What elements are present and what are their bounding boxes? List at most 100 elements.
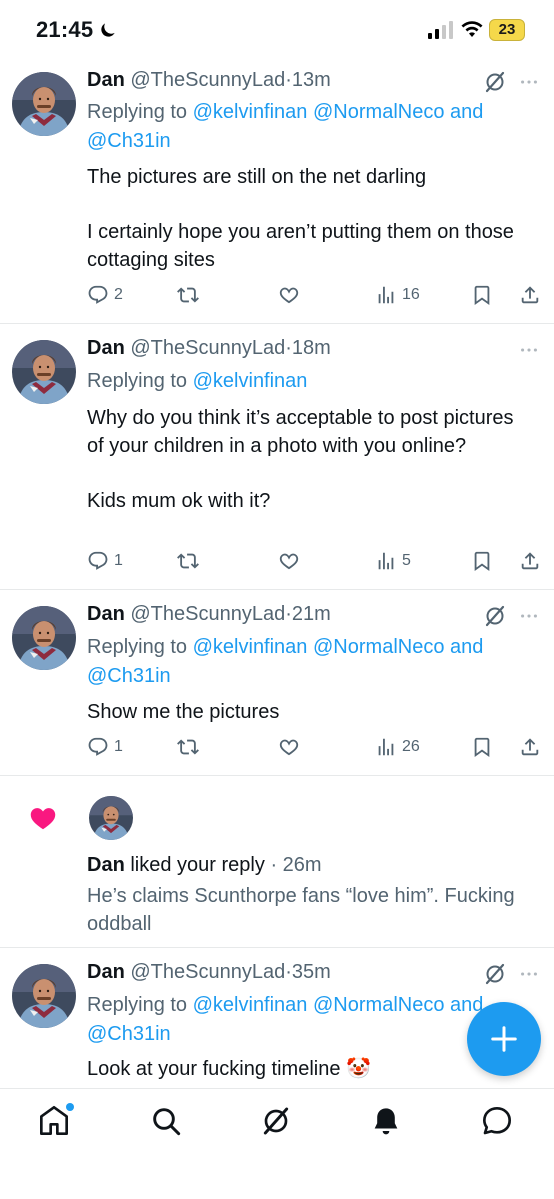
tweet-paragraph: Why do you think it’s acceptable to post…: [87, 407, 514, 457]
grok-icon[interactable]: [483, 962, 507, 986]
tweet-actions: 1 26: [87, 732, 547, 762]
views-icon: [375, 284, 397, 306]
more-icon[interactable]: [518, 71, 540, 93]
liked-reply-text: He’s claims Scunthorpe fans “love him”. …: [87, 885, 515, 935]
avatar[interactable]: [89, 796, 133, 840]
home-icon: [40, 1105, 68, 1135]
share-button[interactable]: [519, 546, 541, 576]
bookmark-icon: [471, 550, 493, 572]
avatar[interactable]: [12, 964, 76, 1028]
tweet-paragraph: The pictures are still on the net darlin…: [87, 166, 427, 188]
replying-to: Replying to @kelvinfinan: [87, 367, 527, 396]
views-icon: [375, 550, 397, 572]
replying-to-label: Replying to: [87, 636, 188, 658]
tweet-header: Dan @TheScunnyLad·13m: [87, 69, 331, 92]
like-button[interactable]: [278, 546, 300, 576]
author-handle[interactable]: @TheScunnyLad: [130, 337, 285, 359]
mention-link[interactable]: @kelvinfinan: [193, 636, 308, 658]
author-name[interactable]: Dan: [87, 69, 125, 91]
notification-text: Dan liked your reply · 26m: [87, 854, 322, 877]
retweet-button[interactable]: [177, 280, 199, 310]
mention-link[interactable]: @kelvinfinan: [193, 370, 308, 392]
author-name[interactable]: Dan: [87, 854, 125, 876]
battery-icon: 23: [489, 19, 525, 41]
mention-link[interactable]: @NormalNeco: [313, 994, 444, 1016]
more-icon[interactable]: [518, 339, 540, 361]
avatar[interactable]: [12, 72, 76, 136]
like-notification[interactable]: Dan liked your reply · 26m He’s claims S…: [0, 776, 554, 948]
more-icon[interactable]: [518, 605, 540, 627]
share-button[interactable]: [519, 280, 541, 310]
retweet-button[interactable]: [177, 546, 199, 576]
nav-notifications[interactable]: [370, 1105, 406, 1141]
avatar[interactable]: [12, 606, 76, 670]
retweet-icon: [177, 550, 199, 572]
replying-to: Replying to @kelvinfinan @NormalNeco and…: [87, 98, 527, 156]
retweet-icon: [177, 736, 199, 758]
share-button[interactable]: [519, 732, 541, 762]
author-handle[interactable]: @TheScunnyLad: [130, 69, 285, 91]
like-icon: [278, 736, 300, 758]
tweet-item[interactable]: Dan @TheScunnyLad·35m Replying to @kelvi…: [0, 948, 554, 1088]
search-icon: [153, 1108, 181, 1136]
reply-count: 1: [114, 552, 123, 569]
tweet-time[interactable]: 13m: [292, 69, 331, 91]
views-button[interactable]: 5: [375, 546, 411, 576]
avatar[interactable]: [12, 340, 76, 404]
author-handle[interactable]: @TheScunnyLad: [130, 603, 285, 625]
tweet-item[interactable]: Dan @TheScunnyLad·13m Replying to @kelvi…: [0, 58, 554, 324]
reply-button[interactable]: 2: [87, 280, 123, 310]
author-name[interactable]: Dan: [87, 337, 125, 359]
tweet-text: The pictures are still on the net darlin…: [87, 163, 527, 274]
clown-emoji: 🤡: [346, 1058, 371, 1080]
like-button[interactable]: [278, 732, 300, 762]
bookmark-button[interactable]: [471, 546, 493, 576]
mention-link[interactable]: @NormalNeco: [313, 636, 444, 658]
more-icon[interactable]: [518, 963, 540, 985]
like-button[interactable]: [278, 280, 300, 310]
views-button[interactable]: 16: [375, 280, 420, 310]
author-handle[interactable]: @TheScunnyLad: [130, 961, 285, 983]
moon-icon: [101, 23, 115, 37]
separator-dot: ·: [270, 854, 278, 876]
tweet-header: Dan @TheScunnyLad·35m: [87, 961, 331, 984]
tweet-time[interactable]: 18m: [292, 337, 331, 359]
wifi-icon: [461, 21, 483, 37]
nav-messages[interactable]: [481, 1105, 517, 1141]
nav-grok[interactable]: [260, 1105, 296, 1141]
views-count: 16: [402, 286, 420, 303]
author-name[interactable]: Dan: [87, 961, 125, 983]
mention-link[interactable]: @Ch31in: [87, 665, 171, 687]
mention-link[interactable]: @Ch31in: [87, 1023, 171, 1045]
reply-button[interactable]: 1: [87, 732, 123, 762]
grok-icon[interactable]: [483, 70, 507, 94]
mention-link[interactable]: @kelvinfinan: [193, 994, 308, 1016]
separator-dot: ·: [285, 337, 292, 359]
tweet-text: Show me the pictures: [87, 698, 527, 726]
tweet-item[interactable]: Dan @TheScunnyLad·21m Replying to @kelvi…: [0, 590, 554, 776]
unread-dot: [66, 1103, 74, 1111]
grok-icon[interactable]: [483, 604, 507, 628]
mention-link[interactable]: @Ch31in: [87, 130, 171, 152]
nav-home[interactable]: [38, 1103, 74, 1141]
tweet-paragraph: I certainly hope you aren’t putting them…: [87, 221, 514, 271]
bookmark-button[interactable]: [471, 280, 493, 310]
author-name[interactable]: Dan: [87, 603, 125, 625]
tweet-header: Dan @TheScunnyLad·18m: [87, 337, 331, 360]
notifications-feed[interactable]: Dan @TheScunnyLad·13m Replying to @kelvi…: [0, 58, 554, 1088]
retweet-button[interactable]: [177, 732, 199, 762]
views-icon: [375, 736, 397, 758]
separator-dot: ·: [285, 961, 292, 983]
tweet-item[interactable]: Dan @TheScunnyLad·18m Replying to @kelvi…: [0, 324, 554, 590]
bookmark-button[interactable]: [471, 732, 493, 762]
compose-button[interactable]: [467, 1002, 541, 1076]
tweet-time[interactable]: 35m: [292, 961, 331, 983]
mention-link[interactable]: @kelvinfinan: [193, 101, 308, 123]
mention-link[interactable]: @NormalNeco: [313, 101, 444, 123]
tweet-time[interactable]: 21m: [292, 603, 331, 625]
bottom-nav: [0, 1088, 554, 1199]
nav-search[interactable]: [150, 1105, 186, 1141]
compose-plus-icon: [491, 1026, 517, 1052]
views-button[interactable]: 26: [375, 732, 420, 762]
reply-button[interactable]: 1: [87, 546, 123, 576]
